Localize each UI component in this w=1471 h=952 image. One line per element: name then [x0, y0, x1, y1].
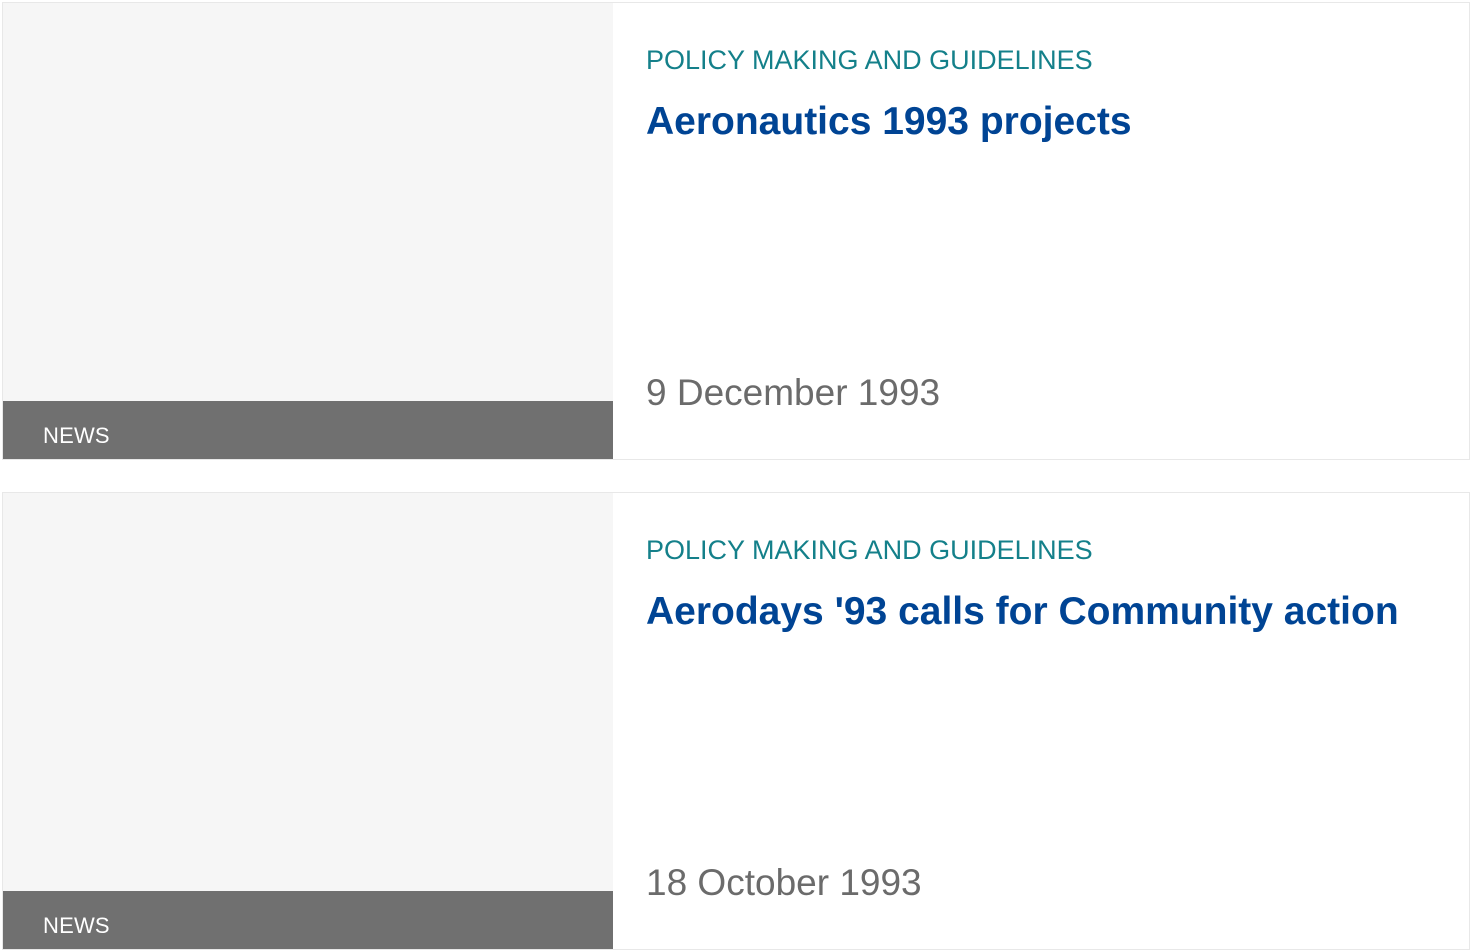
content-type-badge: NEWS — [3, 401, 613, 459]
card-date: 9 December 1993 — [646, 372, 941, 413]
card-thumbnail[interactable]: NEWS — [3, 493, 613, 949]
card-content: POLICY MAKING AND GUIDELINES Aeronautics… — [646, 3, 1449, 459]
card-date: 18 October 1993 — [646, 862, 922, 903]
card-content: POLICY MAKING AND GUIDELINES Aerodays '9… — [646, 493, 1449, 949]
card-category: POLICY MAKING AND GUIDELINES — [646, 535, 1093, 565]
card-thumbnail[interactable]: NEWS — [3, 3, 613, 459]
card-title-link[interactable]: Aeronautics 1993 projects — [646, 99, 1132, 145]
card-category: POLICY MAKING AND GUIDELINES — [646, 45, 1093, 75]
content-type-badge: NEWS — [3, 891, 613, 949]
news-card[interactable]: NEWS POLICY MAKING AND GUIDELINES Aerona… — [2, 2, 1470, 460]
content-type-label: NEWS — [43, 913, 110, 938]
content-type-label: NEWS — [43, 423, 110, 448]
news-card[interactable]: NEWS POLICY MAKING AND GUIDELINES Aeroda… — [2, 492, 1470, 950]
card-title-link[interactable]: Aerodays '93 calls for Community action — [646, 589, 1399, 635]
